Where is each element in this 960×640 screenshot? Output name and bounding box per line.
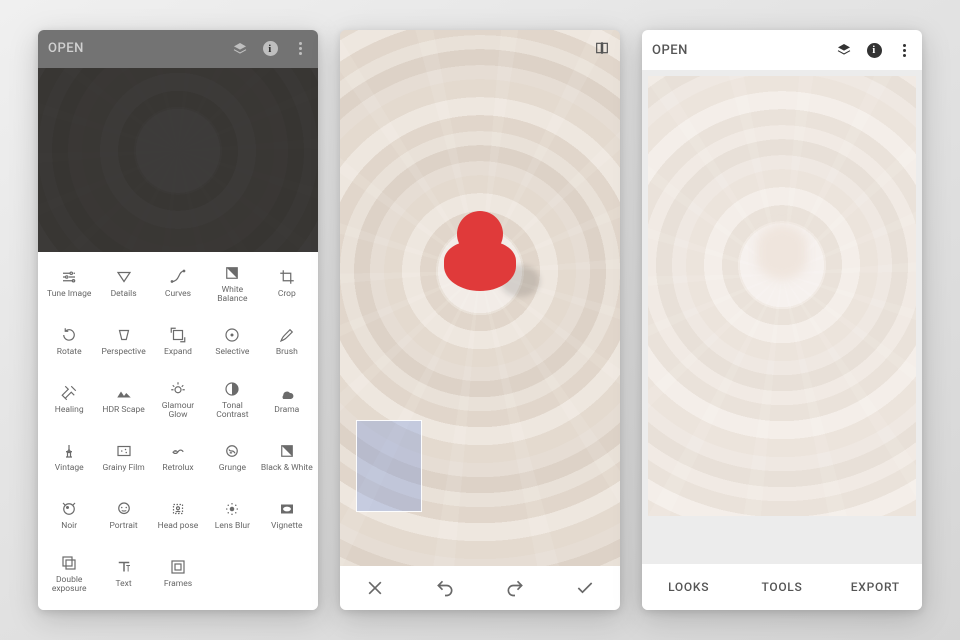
redo-button[interactable] xyxy=(493,566,537,610)
healed-region xyxy=(757,222,807,282)
tool-noir[interactable]: Noir xyxy=(42,488,96,544)
screen-tools-panel: OPEN Tune Image Details Curves White Bal… xyxy=(38,30,318,610)
tool-frames[interactable]: Frames xyxy=(151,546,205,602)
tool-portrait[interactable]: Portrait xyxy=(96,488,150,544)
open-button[interactable]: OPEN xyxy=(48,41,84,56)
tool-tune-image[interactable]: Tune Image xyxy=(42,256,96,312)
masked-subject xyxy=(444,211,516,299)
image-viewport[interactable] xyxy=(642,70,922,564)
more-icon[interactable] xyxy=(896,42,912,58)
undo-button[interactable] xyxy=(423,566,467,610)
layers-icon[interactable] xyxy=(232,41,248,57)
compare-icon[interactable] xyxy=(594,40,610,56)
more-icon[interactable] xyxy=(292,41,308,57)
screen-home: OPEN LOOKS TOOLS EXPORT xyxy=(642,30,922,610)
tool-double-exposure[interactable]: Double exposure xyxy=(42,546,96,602)
apply-button[interactable] xyxy=(563,566,607,610)
tab-export[interactable]: EXPORT xyxy=(829,580,922,594)
tool-tonal-contrast[interactable]: Tonal Contrast xyxy=(205,372,259,428)
selection-box[interactable] xyxy=(356,420,422,512)
tool-vintage[interactable]: Vintage xyxy=(42,430,96,486)
tab-looks[interactable]: LOOKS xyxy=(642,580,735,594)
photo-placeholder xyxy=(648,76,916,516)
tool-brush[interactable]: Brush xyxy=(260,314,314,370)
result-image xyxy=(648,76,916,516)
topbar: OPEN xyxy=(38,30,318,68)
tool-crop[interactable]: Crop xyxy=(260,256,314,312)
edit-bottom-bar xyxy=(340,566,620,610)
image-preview xyxy=(38,68,318,252)
tool-details[interactable]: Details xyxy=(96,256,150,312)
tool-black-white[interactable]: Black & White xyxy=(260,430,314,486)
tool-head-pose[interactable]: Head pose xyxy=(151,488,205,544)
tool-grainy-film[interactable]: Grainy Film xyxy=(96,430,150,486)
tool-expand[interactable]: Expand xyxy=(151,314,205,370)
tab-tools[interactable]: TOOLS xyxy=(735,580,828,594)
screen-healing-editor xyxy=(340,30,620,610)
tool-vignette[interactable]: Vignette xyxy=(260,488,314,544)
tool-grunge[interactable]: Grunge xyxy=(205,430,259,486)
tool-lens-blur[interactable]: Lens Blur xyxy=(205,488,259,544)
tool-curves[interactable]: Curves xyxy=(151,256,205,312)
tool-drama[interactable]: Drama xyxy=(260,372,314,428)
tool-rotate[interactable]: Rotate xyxy=(42,314,96,370)
tools-grid: Tune Image Details Curves White Balance … xyxy=(38,252,318,610)
edit-canvas[interactable] xyxy=(340,30,620,566)
tool-perspective[interactable]: Perspective xyxy=(96,314,150,370)
main-bottom-bar: LOOKS TOOLS EXPORT xyxy=(642,564,922,610)
tool-text[interactable]: Text xyxy=(96,546,150,602)
info-icon[interactable] xyxy=(262,41,278,57)
layers-icon[interactable] xyxy=(836,42,852,58)
tool-hdr-scape[interactable]: HDR Scape xyxy=(96,372,150,428)
photo-placeholder xyxy=(38,68,318,252)
open-button[interactable]: OPEN xyxy=(652,43,688,58)
tool-glamour-glow[interactable]: Glamour Glow xyxy=(151,372,205,428)
tool-healing[interactable]: Healing xyxy=(42,372,96,428)
tool-retrolux[interactable]: Retrolux xyxy=(151,430,205,486)
info-icon[interactable] xyxy=(866,42,882,58)
cancel-button[interactable] xyxy=(353,566,397,610)
tool-selective[interactable]: Selective xyxy=(205,314,259,370)
tool-white-balance[interactable]: White Balance xyxy=(205,256,259,312)
topbar: OPEN xyxy=(642,30,922,70)
